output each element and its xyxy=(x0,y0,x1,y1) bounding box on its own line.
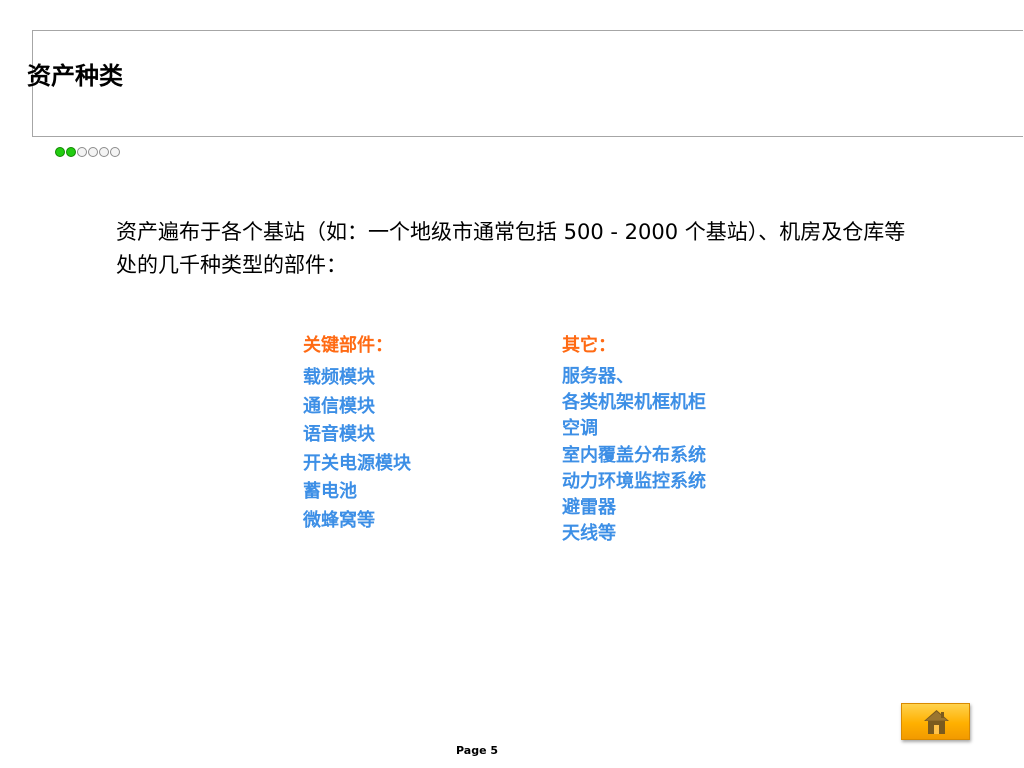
list-item: 天线等 xyxy=(562,523,616,545)
progress-dot xyxy=(55,147,65,157)
progress-dot xyxy=(88,147,98,157)
key-parts-list: 载频模块 通信模块 语音模块 开关电源模块 蓄电池 微蜂窝等 xyxy=(303,364,411,536)
list-item: 开关电源模块 xyxy=(303,452,411,474)
progress-indicator xyxy=(55,147,120,157)
key-parts-heading: 关键部件： xyxy=(303,335,393,356)
title-frame xyxy=(32,30,1023,137)
list-item: 各类机架机框机柜 xyxy=(562,392,706,414)
others-list: 服务器、 各类机架机框机柜 空调 室内覆盖分布系统 动力环境监控系统 避雷器 天… xyxy=(562,364,706,547)
list-item: 载频模块 xyxy=(303,367,375,388)
home-button[interactable] xyxy=(901,703,970,740)
list-item: 服务器、 xyxy=(562,366,634,387)
slide: 资产种类 资产遍布于各个基站（如：一个地级市通常包括 500 - 2000 个基… xyxy=(0,0,1024,768)
intro-text: 资产遍布于各个基站（如：一个地级市通常包括 500 - 2000 个基站）、机房… xyxy=(116,220,906,277)
home-icon xyxy=(924,710,949,734)
list-item: 语音模块 xyxy=(303,424,375,446)
list-item: 室内覆盖分布系统 xyxy=(562,444,706,466)
list-item: 微蜂窝等 xyxy=(303,509,375,531)
progress-dot xyxy=(77,147,87,157)
progress-dot xyxy=(99,147,109,157)
list-item: 空调 xyxy=(562,418,598,440)
progress-dot xyxy=(110,147,120,157)
others-column: 其它： 服务器、 各类机架机框机柜 空调 室内覆盖分布系统 动力环境监控系统 避… xyxy=(562,333,706,547)
list-item: 动力环境监控系统 xyxy=(562,470,706,492)
list-item: 通信模块 xyxy=(303,395,375,417)
key-parts-column: 关键部件： 载频模块 通信模块 语音模块 开关电源模块 蓄电池 微蜂窝等 xyxy=(303,333,411,536)
others-heading: 其它： xyxy=(562,335,616,356)
progress-dot xyxy=(66,147,76,157)
list-item: 避雷器 xyxy=(562,497,616,519)
list-item: 蓄电池 xyxy=(303,481,357,503)
slide-title: 资产种类 xyxy=(27,62,123,90)
page-number: Page 5 xyxy=(456,744,499,757)
